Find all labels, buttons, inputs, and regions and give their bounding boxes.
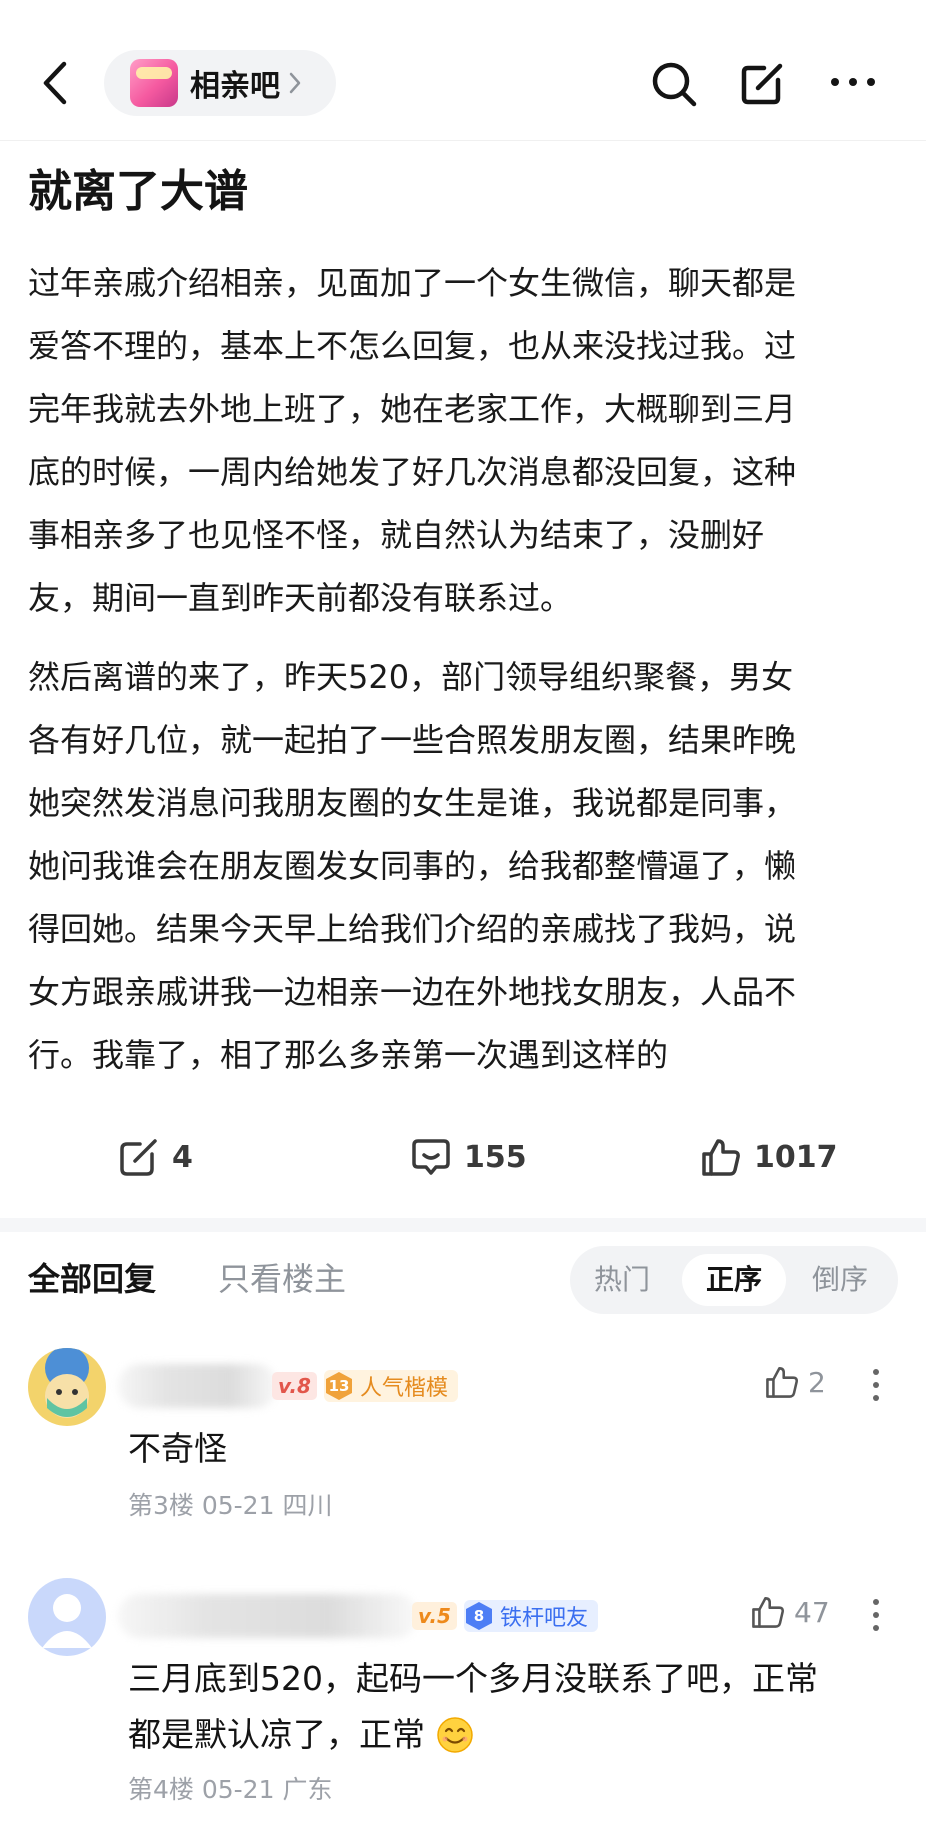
comment-icon <box>412 1139 450 1175</box>
edit-icon[interactable] <box>738 58 786 108</box>
comment-meta: 第4楼 05-21 广东 <box>128 1775 333 1804</box>
smiling-face-emoji-icon <box>437 1717 473 1753</box>
thumbs-up-icon <box>766 1367 798 1398</box>
thumbs-up-icon <box>752 1597 784 1628</box>
post-line: 得回她。结果今天早上给我们介绍的亲戚找了我妈，说 <box>28 910 797 948</box>
post-paragraph-1: 过年亲戚介绍相亲，见面加了一个女生微信，聊天都是 爱答不理的，基本上不怎么回复，… <box>28 252 900 630</box>
sort-ascending[interactable]: 正序 <box>682 1254 786 1306</box>
divider <box>0 140 926 141</box>
search-icon[interactable] <box>650 60 698 108</box>
honor-title: 人气楷模 <box>360 1376 449 1401</box>
share-count: 4 <box>172 1139 193 1175</box>
comment-text: 三月底到520，起码一个多月没联系了吧，正常 <box>128 1659 818 1698</box>
comment-like-button[interactable]: 47 <box>750 1594 830 1630</box>
post-line: 女方跟亲戚讲我一边相亲一边在外地找女朋友，人品不 <box>28 973 797 1011</box>
share-button[interactable]: 4 <box>118 1132 193 1182</box>
sort-descending[interactable]: 倒序 <box>788 1254 892 1306</box>
forum-entry-button[interactable]: 相亲吧 <box>104 50 336 116</box>
username-blurred[interactable] <box>118 1594 418 1638</box>
comment-item <box>28 1348 106 1426</box>
section-separator <box>0 1218 926 1232</box>
forum-logo <box>130 59 178 107</box>
tab-all-replies[interactable]: 全部回复 <box>28 1254 156 1304</box>
avatar[interactable] <box>28 1578 106 1656</box>
comment-like-button[interactable]: 2 <box>764 1364 826 1400</box>
post-line: 底的时候，一周内给她发了好几次消息都没回复，这种 <box>28 453 797 491</box>
comment-button[interactable]: 155 <box>410 1132 527 1182</box>
honor-badge: 13 人气楷模 <box>324 1370 459 1402</box>
post-line: 爱答不理的，基本上不怎么回复，也从来没找过我。过 <box>28 327 797 365</box>
top-navigation-bar: 相亲吧 <box>0 0 926 140</box>
comment-meta: 第3楼 05-21 四川 <box>128 1491 333 1520</box>
comment-text: 不奇怪 <box>128 1429 227 1468</box>
chevron-right-icon <box>289 72 301 94</box>
post-line: 完年我就去外地上班了，她在老家工作，大概聊到三月 <box>28 390 797 428</box>
post-line: 友，期间一直到昨天前都没有联系过。 <box>28 579 573 617</box>
honor-badge: 8 铁杆吧友 <box>464 1600 599 1632</box>
post-line: 她突然发消息问我朋友圈的女生是谁，我说都是同事， <box>28 784 797 822</box>
sort-hot[interactable]: 热门 <box>570 1254 674 1306</box>
honor-number: 13 <box>328 1377 350 1395</box>
more-vertical-icon[interactable] <box>871 1598 881 1632</box>
post-title: 就离了大谱 <box>28 166 248 217</box>
username-blurred[interactable] <box>118 1364 278 1408</box>
tab-op-only[interactable]: 只看楼主 <box>218 1254 346 1304</box>
level-badge: v.5 <box>412 1602 457 1630</box>
hexagon-icon: 8 <box>464 1601 494 1631</box>
comment-text-line: 都是默认凉了，正常 <box>128 1706 475 1764</box>
like-count: 1017 <box>754 1139 838 1175</box>
post-line: 行。我靠了，相了那么多亲第一次遇到这样的 <box>28 1036 669 1074</box>
comment-text: 都是默认凉了，正常 <box>128 1715 425 1754</box>
like-button[interactable]: 1017 <box>700 1132 838 1182</box>
more-vertical-icon[interactable] <box>871 1368 881 1402</box>
honor-title: 铁杆吧友 <box>500 1606 589 1631</box>
post-paragraph-2: 然后离谱的来了，昨天520，部门领导组织聚餐，男女 各有好几位，就一起拍了一些合… <box>28 646 900 1087</box>
thumbs-up-icon <box>702 1139 740 1176</box>
comment-item <box>28 1578 106 1656</box>
post-line: 事相亲多了也见怪不怪，就自然认为结束了，没删好 <box>28 516 765 554</box>
avatar[interactable] <box>28 1348 106 1426</box>
post-line: 各有好几位，就一起拍了一些合照发朋友圈，结果昨晚 <box>28 721 797 759</box>
honor-number: 8 <box>473 1607 485 1625</box>
post-line: 过年亲戚介绍相亲，见面加了一个女生微信，聊天都是 <box>28 264 797 302</box>
comment-like-count: 47 <box>794 1595 830 1629</box>
forum-name: 相亲吧 <box>190 69 280 104</box>
share-icon <box>120 1139 157 1176</box>
comment-like-count: 2 <box>808 1365 826 1399</box>
post-line: 她问我谁会在朋友圈发女同事的，给我都整懵逼了，懒 <box>28 847 797 885</box>
sort-segmented-control: 热门 正序 倒序 <box>570 1246 898 1314</box>
back-arrow-icon[interactable] <box>34 58 78 108</box>
level-badge: v.8 <box>272 1372 317 1400</box>
comment-count: 155 <box>464 1139 527 1175</box>
more-icon[interactable] <box>828 70 878 94</box>
hexagon-icon: 13 <box>324 1371 354 1401</box>
post-line: 然后离谱的来了，昨天520，部门领导组织聚餐，男女 <box>28 658 794 696</box>
